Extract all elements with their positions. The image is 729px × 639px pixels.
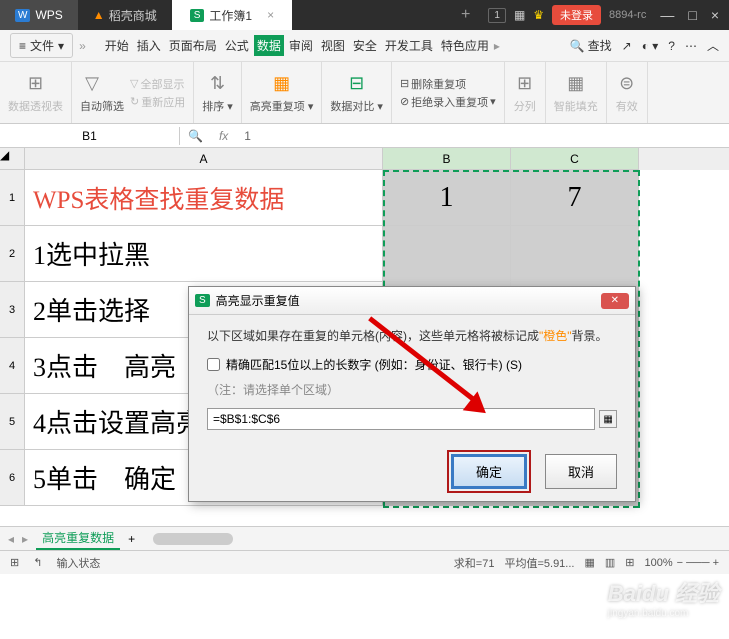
flame-icon: ▲ xyxy=(93,8,105,22)
tool-highlight-dup[interactable]: ▦高亮重复项 ▾ xyxy=(242,62,323,123)
watermark: Baidu 经验 jingyan.baidu.com xyxy=(608,576,719,619)
share-icon[interactable]: ↗ xyxy=(622,39,632,53)
tool-dup-group[interactable]: ⊟ 删除重复项 ⊘ 拒绝录入重复项 ▾ xyxy=(392,62,505,123)
table-row: 21选中拉黑 xyxy=(0,226,729,282)
escape-icon[interactable]: ↰ xyxy=(33,556,42,569)
badge[interactable]: 1 xyxy=(488,8,506,23)
file-menu[interactable]: ≡ 文件 ▾ xyxy=(10,33,73,58)
fx-label[interactable]: fx xyxy=(211,129,236,143)
close-tab-icon[interactable]: × xyxy=(267,8,274,22)
range-input[interactable] xyxy=(207,408,595,430)
tool-sort[interactable]: ⇅排序 ▾ xyxy=(194,62,242,123)
menu-insert[interactable]: 插入 xyxy=(134,35,164,56)
tab-workbook[interactable]: S工作簿1× xyxy=(172,0,292,30)
zoom-control[interactable]: 100% − ─── + xyxy=(645,557,719,569)
page-setup-icon[interactable]: ⊞ xyxy=(10,556,19,569)
cancel-button[interactable]: 取消 xyxy=(545,454,617,489)
new-tab-button[interactable]: + xyxy=(451,6,480,24)
formula-input[interactable]: 1 xyxy=(236,129,259,143)
collapse-ribbon-icon[interactable]: ︿ xyxy=(707,37,719,54)
statusbar: ⊞ ↰ 输入状态 求和=71 平均值=5.91... ▦ ▥ ⊞ 100% − … xyxy=(0,550,729,574)
tool-compare[interactable]: ⊟数据对比 ▾ xyxy=(322,62,392,123)
tool-filter-group[interactable]: ▽自动筛选 ▽ 全部显示 ↻ 重新应用 xyxy=(72,62,194,123)
view-page-icon[interactable]: ▥ xyxy=(605,556,615,569)
maximize-icon[interactable]: □ xyxy=(688,7,696,23)
ok-button[interactable]: 确定 xyxy=(451,454,527,489)
select-all-corner[interactable]: ◢ xyxy=(0,148,25,170)
help-icon[interactable]: ? xyxy=(668,39,675,53)
menu-data[interactable]: 数据 xyxy=(254,35,284,56)
status-avg: 平均值=5.91... xyxy=(504,555,574,571)
highlight-duplicates-dialog: S 高亮显示重复值 ✕ 以下区域如果存在重复的单元格(内容)，这些单元格将被标记… xyxy=(188,286,636,502)
formula-bar: B1 🔍 fx 1 xyxy=(0,124,729,148)
sheet-tab-bar: ◂ ▸ 高亮重复数据 + xyxy=(0,526,729,550)
settings-dropdown[interactable]: ◐ ▾ xyxy=(642,39,659,53)
tab-wps[interactable]: WWPS xyxy=(0,0,78,30)
sheets-icon: S xyxy=(195,294,210,307)
row-header[interactable]: 4 xyxy=(0,338,25,394)
login-button[interactable]: 未登录 xyxy=(552,5,601,25)
menu-devtools[interactable]: 开发工具 xyxy=(382,35,436,56)
tool-validity: ⊜有效 xyxy=(607,62,648,123)
grid-icon[interactable]: ▦ xyxy=(514,8,525,22)
sheet-tab[interactable]: 高亮重复数据 xyxy=(36,527,120,550)
col-header-a[interactable]: A xyxy=(25,148,383,170)
titlebar: WWPS ▲稻壳商城 S工作簿1× + 1 ▦ ♛ 未登录 8894-rc — … xyxy=(0,0,729,30)
row-header[interactable]: 1 xyxy=(0,170,25,226)
dialog-titlebar[interactable]: S 高亮显示重复值 ✕ xyxy=(189,287,635,315)
sheet-nav-first[interactable]: ◂ xyxy=(8,532,14,546)
dialog-close-button[interactable]: ✕ xyxy=(601,293,629,309)
tool-pivot: ⊞数据透视表 xyxy=(0,62,72,123)
cell[interactable] xyxy=(511,226,639,282)
range-picker-icon[interactable]: ▦ xyxy=(599,410,617,428)
menu-formula[interactable]: 公式 xyxy=(222,35,252,56)
cell[interactable] xyxy=(383,226,511,282)
menu-layout[interactable]: 页面布局 xyxy=(166,35,220,56)
search-button[interactable]: 🔍 查找 xyxy=(570,37,612,54)
row-header[interactable]: 6 xyxy=(0,450,25,506)
row-header[interactable]: 5 xyxy=(0,394,25,450)
name-box[interactable]: B1 xyxy=(0,127,180,145)
tool-smartfill: ▦智能填充 xyxy=(546,62,607,123)
menu-review[interactable]: 审阅 xyxy=(286,35,316,56)
dialog-title-text: 高亮显示重复值 xyxy=(216,292,300,309)
col-header-c[interactable]: C xyxy=(511,148,639,170)
row-header[interactable]: 3 xyxy=(0,282,25,338)
menu-view[interactable]: 视图 xyxy=(318,35,348,56)
cell[interactable]: 1 xyxy=(383,170,511,226)
cell[interactable]: WPS表格查找重复数据 xyxy=(25,170,383,226)
crown-icon[interactable]: ♛ xyxy=(533,8,544,22)
cell[interactable]: 7 xyxy=(511,170,639,226)
add-sheet-button[interactable]: + xyxy=(128,532,135,546)
menu-special[interactable]: 特色应用 xyxy=(438,35,492,56)
tab-docker-store[interactable]: ▲稻壳商城 xyxy=(78,0,172,30)
menu-security[interactable]: 安全 xyxy=(350,35,380,56)
dialog-note: （注：请选择单个区域） xyxy=(207,381,617,398)
dialog-description: 以下区域如果存在重复的单元格(内容)，这些单元格将被标记成"橙色"背景。 xyxy=(207,327,617,344)
col-header-b[interactable]: B xyxy=(383,148,511,170)
zoom-icon[interactable]: 🔍 xyxy=(188,129,203,143)
menubar: ≡ 文件 ▾ » 开始 插入 页面布局 公式 数据 审阅 视图 安全 开发工具 … xyxy=(0,30,729,62)
minimize-icon[interactable]: — xyxy=(660,7,674,23)
table-row: 1WPS表格查找重复数据17 xyxy=(0,170,729,226)
more-icon[interactable]: ⋯ xyxy=(685,39,697,53)
ribbon-toolbar: ⊞数据透视表 ▽自动筛选 ▽ 全部显示 ↻ 重新应用 ⇅排序 ▾ ▦高亮重复项 … xyxy=(0,62,729,124)
menu-start[interactable]: 开始 xyxy=(102,35,132,56)
sheets-icon: S xyxy=(190,9,205,22)
close-window-icon[interactable]: × xyxy=(711,7,719,23)
cell[interactable]: 1选中拉黑 xyxy=(25,226,383,282)
view-normal-icon[interactable]: ▦ xyxy=(584,556,594,569)
tool-split: ⊞分列 xyxy=(505,62,546,123)
view-break-icon[interactable]: ⊞ xyxy=(625,556,634,569)
precise-match-checkbox[interactable]: 精确匹配15位以上的长数字 (例如：身份证、银行卡) (S) xyxy=(207,356,617,373)
row-header[interactable]: 2 xyxy=(0,226,25,282)
version-label: 8894-rc xyxy=(609,9,646,21)
sheet-nav-prev[interactable]: ▸ xyxy=(22,532,28,546)
input-status: 输入状态 xyxy=(56,555,100,571)
status-sum: 求和=71 xyxy=(454,555,495,571)
horizontal-scrollbar[interactable] xyxy=(153,533,711,545)
